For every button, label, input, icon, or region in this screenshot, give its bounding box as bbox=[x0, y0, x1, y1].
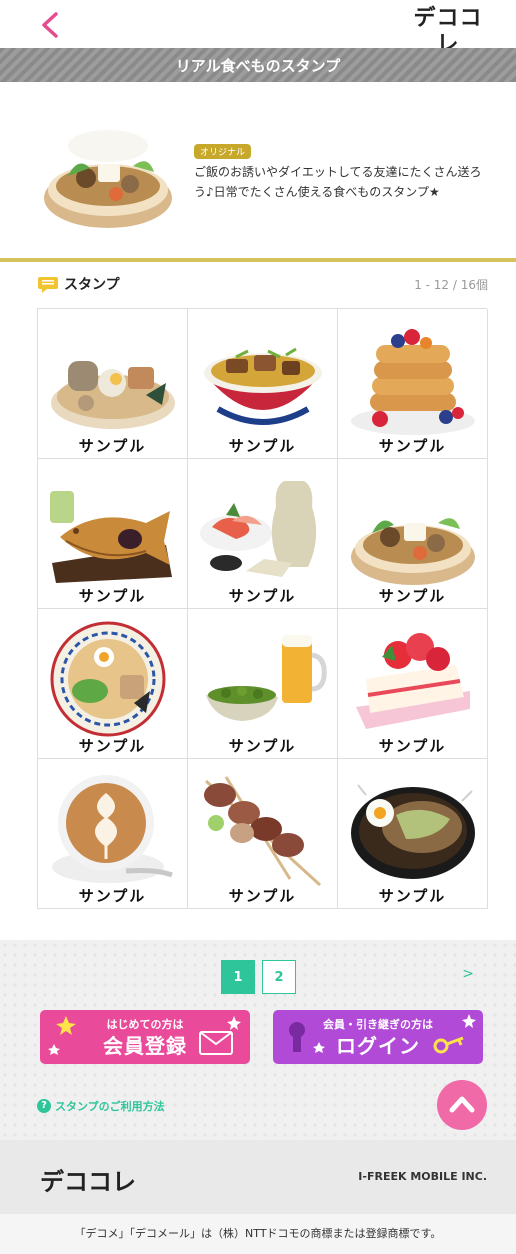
pack-thumbnail-nabe-image bbox=[44, 130, 172, 228]
sizzling-plate-icon bbox=[351, 784, 475, 879]
stamp-item[interactable]: サンプル bbox=[338, 309, 488, 459]
back-button[interactable] bbox=[36, 10, 66, 40]
stamp-item[interactable]: サンプル bbox=[188, 609, 338, 759]
stamp-item[interactable]: サンプル bbox=[38, 459, 188, 609]
strawberry-cake-icon bbox=[356, 633, 470, 729]
company-name: I-FREEK MOBILE INC. bbox=[358, 1170, 487, 1183]
register-title: 会員登録 bbox=[103, 1034, 187, 1058]
page-title: リアル食べものスタンプ bbox=[175, 56, 341, 75]
stamp-item[interactable]: サンプル bbox=[338, 459, 488, 609]
register-button[interactable]: はじめての方は 会員登録 bbox=[40, 1010, 250, 1064]
stamp-label: サンプル bbox=[228, 887, 297, 905]
login-title: ログイン bbox=[336, 1034, 420, 1058]
stamp-label: サンプル bbox=[228, 737, 297, 755]
divider bbox=[0, 258, 516, 262]
stamp-label: サンプル bbox=[378, 887, 447, 905]
stamp-item[interactable]: サンプル bbox=[38, 759, 188, 909]
section-title: スタンプ bbox=[64, 277, 120, 293]
question-icon: ? bbox=[37, 1099, 51, 1113]
stamp-label: サンプル bbox=[228, 437, 297, 455]
stamp-count: 1 - 12 / 16個 bbox=[414, 278, 488, 292]
footer: デココレ I-FREEK MOBILE INC. bbox=[0, 1140, 516, 1214]
footer-logo[interactable]: デココレ bbox=[40, 1162, 136, 1197]
original-badge: オリジナル bbox=[194, 144, 252, 159]
trademark-notice: 「デコメ」「デコメール」は（株）NTTドコモの商標または登録商標です。 bbox=[0, 1214, 516, 1254]
stamp-label: サンプル bbox=[378, 587, 447, 605]
page-button-2[interactable]: 2 bbox=[262, 960, 296, 994]
katsudon-icon bbox=[204, 347, 322, 425]
title-bar: リアル食べものスタンプ bbox=[0, 48, 516, 82]
pack-intro: オリジナル ご飯のお誘いやダイエットしてる友達にたくさん送ろう♪日常でたくさん使… bbox=[0, 82, 516, 258]
stamp-usage-help-link[interactable]: ? スタンプのご利用方法 bbox=[37, 1098, 165, 1114]
edamame-beer-icon bbox=[206, 635, 327, 721]
app-logo[interactable]: デココレ deco-colle bbox=[408, 6, 488, 67]
stamp-label: サンプル bbox=[78, 737, 147, 755]
pagination: 1 2 > bbox=[0, 960, 516, 994]
stamp-item[interactable]: サンプル bbox=[338, 609, 488, 759]
speech-bubble-icon bbox=[38, 277, 58, 293]
stamp-item[interactable]: サンプル bbox=[338, 759, 488, 909]
stamp-label: サンプル bbox=[78, 587, 147, 605]
chevron-up-icon bbox=[449, 1096, 475, 1113]
oden-icon bbox=[51, 361, 175, 429]
lower-section: 1 2 > はじめての方は 会員登録 会員・引き継ぎの方は ログイン ? スタン… bbox=[0, 940, 516, 1140]
help-link-label: スタンプのご利用方法 bbox=[55, 1100, 165, 1113]
header: デココレ deco-colle bbox=[0, 0, 516, 67]
sashimi-sake-icon bbox=[200, 481, 317, 577]
page-button-1[interactable]: 1 bbox=[221, 960, 255, 994]
taiyaki-icon bbox=[50, 491, 172, 583]
stamp-item[interactable]: サンプル bbox=[38, 609, 188, 759]
latte-art-icon bbox=[52, 775, 173, 883]
stamp-item[interactable]: サンプル bbox=[188, 309, 338, 459]
chevron-left-icon bbox=[42, 12, 58, 38]
stamp-label: サンプル bbox=[78, 887, 147, 905]
next-page-link[interactable]: > bbox=[462, 966, 474, 982]
ramen-icon bbox=[50, 621, 166, 737]
yakitori-icon bbox=[204, 776, 322, 887]
stamp-item[interactable]: サンプル bbox=[188, 459, 338, 609]
pancakes-icon bbox=[351, 329, 475, 435]
stamp-label: サンプル bbox=[378, 737, 447, 755]
stamp-label: サンプル bbox=[378, 437, 447, 455]
stamp-grid: サンプル サンプル サンプル サンプル サンプル サンプル サンプル サンプル … bbox=[37, 308, 488, 909]
stamp-label: サンプル bbox=[228, 587, 297, 605]
nabe-icon bbox=[351, 518, 475, 585]
stamp-item[interactable]: サンプル bbox=[188, 759, 338, 909]
scroll-to-top-button[interactable] bbox=[437, 1080, 487, 1130]
stamp-label: サンプル bbox=[78, 437, 147, 455]
stamp-section-header: スタンプ 1 - 12 / 16個 bbox=[38, 272, 488, 298]
pack-description: ご飯のお誘いやダイエットしてる友達にたくさん送ろう♪日常でたくさん使える食べもの… bbox=[194, 165, 482, 199]
login-button[interactable]: 会員・引き継ぎの方は ログイン bbox=[273, 1010, 483, 1064]
stamp-item[interactable]: サンプル bbox=[38, 309, 188, 459]
